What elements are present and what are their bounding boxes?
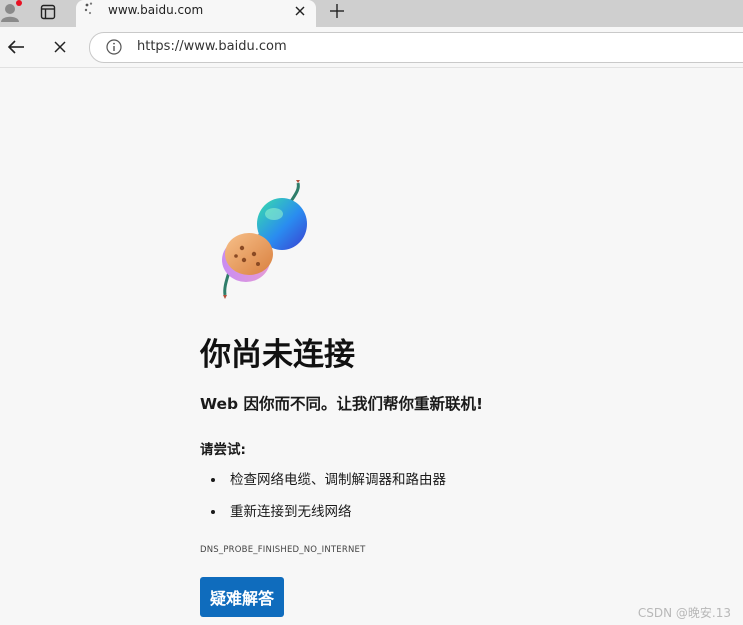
suggestion-text: 重新连接到无线网络 — [230, 504, 352, 520]
loading-spinner-icon — [84, 1, 98, 15]
tab-strip: www.baidu.com — [0, 0, 743, 27]
error-code: DNS_PROBE_FINISHED_NO_INTERNET — [200, 545, 366, 555]
disconnected-plug-illustration — [216, 178, 316, 300]
back-arrow-icon[interactable] — [4, 35, 28, 59]
page-subtitle: Web 因你而不同。让我们帮你重新联机! — [200, 395, 484, 413]
suggestions-label: 请尝试: — [200, 442, 246, 458]
profile-avatar-icon[interactable] — [0, 0, 24, 24]
list-item: 检查网络电缆、调制解调器和路由器 — [200, 470, 446, 502]
troubleshoot-button[interactable]: 疑难解答 — [200, 577, 284, 617]
suggestions-list: 检查网络电缆、调制解调器和路由器 重新连接到无线网络 — [200, 470, 446, 534]
bullet-icon — [211, 478, 215, 482]
address-url[interactable]: https://www.baidu.com — [137, 39, 287, 54]
tab-actions-menu-icon[interactable] — [34, 3, 62, 21]
page-title: 你尚未连接 — [200, 337, 355, 373]
tab-title: www.baidu.com — [108, 3, 204, 17]
active-tab[interactable]: www.baidu.com — [76, 0, 316, 27]
close-icon[interactable] — [292, 3, 308, 19]
suggestion-text: 检查网络电缆、调制解调器和路由器 — [230, 472, 446, 488]
watermark: CSDN @晚安.13 — [637, 606, 731, 620]
info-icon[interactable] — [106, 39, 122, 55]
bullet-icon — [211, 510, 215, 514]
stop-loading-icon[interactable] — [48, 35, 72, 59]
address-bar[interactable]: https://www.baidu.com — [89, 32, 743, 63]
toolbar: https://www.baidu.com — [0, 27, 743, 68]
plus-icon[interactable] — [326, 0, 348, 22]
list-item: 重新连接到无线网络 — [200, 502, 446, 534]
